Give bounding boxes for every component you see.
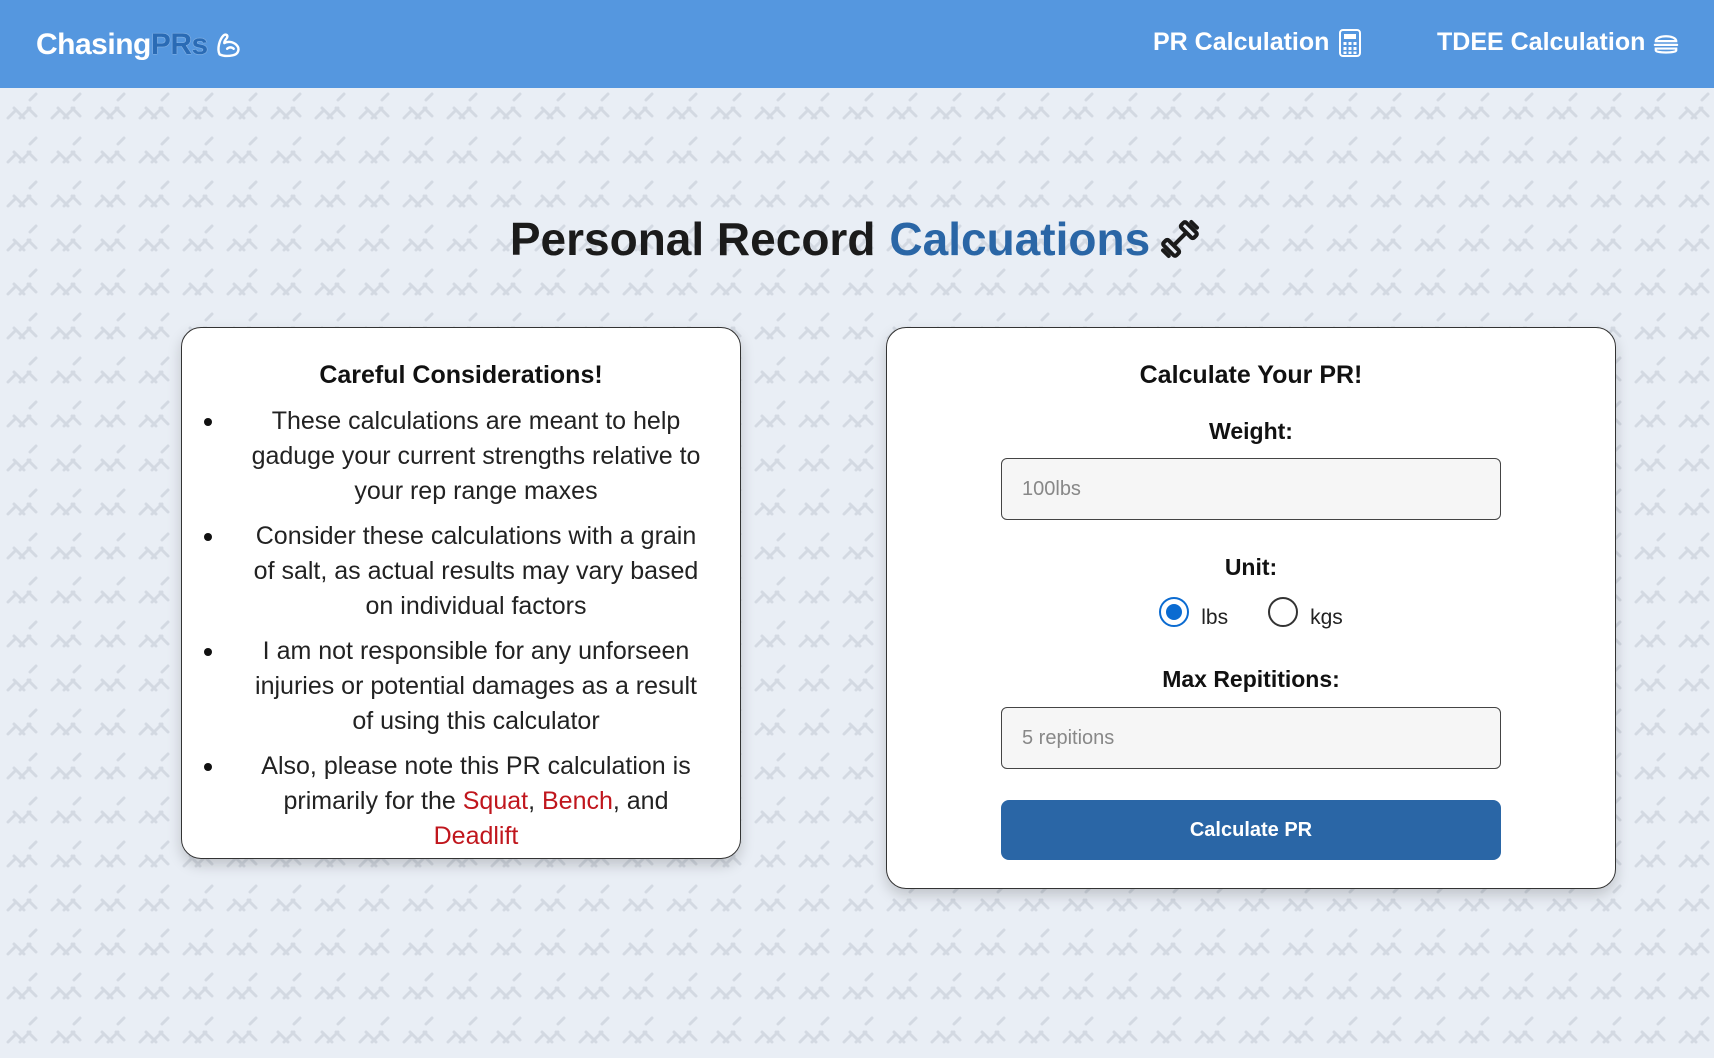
top-navbar: Chasing PRs PR Calculation TDEE Calculati… <box>0 0 1714 88</box>
page-title: Personal Record Calcuations <box>0 212 1714 266</box>
list-item: Also, please note this PR calculation is… <box>202 749 710 854</box>
brand-text-prs: PRs <box>150 28 208 61</box>
considerations-card: Careful Considerations! These calculatio… <box>181 327 741 859</box>
brand-text-chasing: Chasing <box>36 28 151 61</box>
unit-option-kgs[interactable]: kgs <box>1268 594 1343 630</box>
list-item: These calculations are meant to help gad… <box>202 404 710 509</box>
lift-deadlift: Deadlift <box>433 822 519 850</box>
burger-icon <box>1654 34 1679 54</box>
radio-kgs-label: kgs <box>1310 606 1343 629</box>
calculator-icon <box>1339 28 1362 57</box>
unit-option-lbs[interactable]: lbs <box>1159 594 1228 630</box>
nav-tdee-label: TDEE Calculation <box>1437 28 1646 56</box>
list-item: Consider these calculations with a grain… <box>202 519 710 624</box>
weight-label: Weight: <box>1209 418 1293 444</box>
list-item: I am not responsible for any unforseen i… <box>202 634 710 739</box>
separator: , and <box>612 787 669 815</box>
radio-kgs[interactable] <box>1268 597 1299 627</box>
pr-form-heading: Calculate Your PR! <box>1139 361 1363 389</box>
considerations-list: These calculations are meant to help gad… <box>182 404 740 854</box>
dumbbell-icon <box>1161 220 1200 258</box>
reps-label: Max Repititions: <box>1162 666 1340 692</box>
calculate-pr-button[interactable]: Calculate PR <box>1001 800 1501 860</box>
unit-label: Unit: <box>1224 554 1278 580</box>
nav-pr-calculation[interactable]: PR Calculation <box>1153 28 1363 57</box>
weight-input[interactable] <box>1001 458 1501 520</box>
unit-radio-group: lbs kgs <box>887 594 1615 630</box>
lift-bench: Bench <box>541 787 613 815</box>
page-title-accent: Calcuations <box>889 213 1151 265</box>
separator: , <box>528 787 536 815</box>
radio-lbs[interactable] <box>1159 597 1190 627</box>
reps-input[interactable] <box>1001 707 1501 769</box>
pr-form-card: Calculate Your PR! Weight: Unit: lbs kgs… <box>886 327 1616 889</box>
nav-tdee-calculation[interactable]: TDEE Calculation <box>1437 28 1679 57</box>
considerations-heading: Careful Considerations! <box>319 361 603 389</box>
brand-logo[interactable]: Chasing PRs <box>36 28 244 62</box>
nav-pr-label: PR Calculation <box>1153 28 1330 56</box>
flexed-bicep-icon <box>216 33 240 58</box>
page-title-main: Personal Record <box>509 213 876 265</box>
lift-squat: Squat <box>462 787 529 815</box>
radio-lbs-label: lbs <box>1201 606 1229 629</box>
